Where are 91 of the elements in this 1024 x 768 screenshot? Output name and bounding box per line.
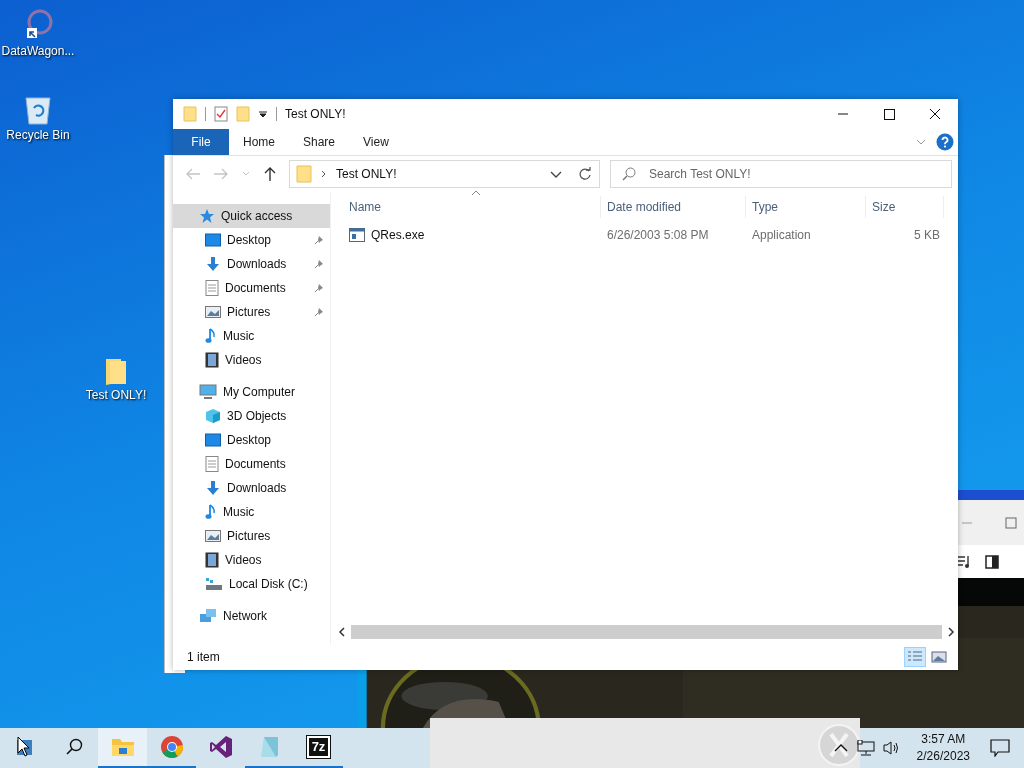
address-bar[interactable]: Test ONLY! (289, 160, 571, 188)
music-note-icon (205, 328, 217, 344)
nav-item[interactable]: 3D Objects (173, 404, 330, 428)
ribbon-tab[interactable]: View (349, 129, 403, 155)
taskbar-app-button[interactable]: 7z (294, 728, 343, 768)
image-icon (205, 305, 221, 319)
nav-item[interactable]: Videos (173, 348, 330, 372)
playlist-icon[interactable] (957, 554, 971, 569)
ribbon-tab[interactable]: File (173, 129, 229, 155)
column-header[interactable]: Name (343, 196, 601, 218)
item-count: 1 item (187, 650, 220, 664)
nav-item[interactable]: Music (173, 500, 330, 524)
column-header[interactable]: Type (746, 196, 866, 218)
nav-item[interactable]: Pictures (173, 300, 330, 324)
table-cell-text: 5 KB (913, 227, 941, 244)
nav-item[interactable]: Downloads (173, 252, 330, 276)
desktop-icon-label[interactable]: Recycle Bin (6, 128, 70, 142)
drive-icon (205, 577, 223, 591)
monitor-icon (205, 433, 221, 447)
address-path[interactable]: Test ONLY! (336, 167, 397, 181)
search-icon (64, 738, 83, 756)
clock-time: 3:57 AM (921, 731, 966, 748)
dropdown-icon[interactable] (550, 170, 562, 178)
up-icon[interactable] (263, 166, 277, 182)
recycle-bin-icon[interactable] (23, 94, 53, 126)
refresh-icon (577, 167, 592, 181)
nav-item[interactable]: Documents (173, 452, 330, 476)
nav-item[interactable]: Pictures (173, 524, 330, 548)
clock[interactable]: 3:57 AM 2/26/2023 (904, 731, 982, 765)
volume-icon[interactable] (882, 740, 901, 756)
download-icon (205, 256, 221, 272)
nav-item[interactable]: Desktop (173, 428, 330, 452)
column-header[interactable]: Size (866, 196, 944, 218)
film-icon (205, 352, 219, 368)
image-icon (931, 650, 947, 664)
folder-icon[interactable] (105, 358, 127, 386)
nav-item[interactable]: Network (173, 604, 330, 628)
dropdown-icon[interactable] (258, 109, 268, 119)
music-note-icon (205, 504, 217, 520)
table-cell-text: 6/26/2003 5:08 PM (606, 227, 710, 244)
download-icon (205, 480, 221, 496)
chevron-icon[interactable] (320, 169, 328, 179)
folder-icon (296, 165, 312, 183)
help-icon[interactable] (936, 133, 954, 151)
browser-icon (159, 735, 184, 759)
nav-item[interactable]: Quick access (173, 204, 330, 228)
close-icon[interactable] (818, 724, 860, 766)
scrollbar-thumb[interactable] (351, 625, 942, 639)
nav-item[interactable]: Videos (173, 548, 330, 572)
star-icon (199, 208, 215, 224)
notepad-icon (258, 735, 281, 759)
desktop-icon-label[interactable]: DataWagon... (1, 44, 75, 58)
taskbar-app-button[interactable] (98, 728, 147, 768)
monitor-icon (205, 233, 221, 247)
window-title: Test ONLY! (285, 107, 346, 121)
ide-icon (208, 735, 233, 759)
network-icon[interactable] (856, 740, 875, 756)
nav-item[interactable]: Documents (173, 276, 330, 300)
file-name: QRes.exe (371, 228, 425, 242)
nav-item[interactable]: Downloads (173, 476, 330, 500)
refresh-button[interactable] (570, 160, 600, 188)
file-row[interactable]: QRes.exe 6/26/2003 5:08 PM Application 5 KB (343, 224, 958, 246)
desktop-icon-label[interactable]: Test ONLY! (85, 388, 147, 402)
nav-item[interactable]: Desktop (173, 228, 330, 252)
nav-item[interactable]: My Computer (173, 380, 330, 404)
image-icon (205, 529, 221, 543)
search-icon (622, 167, 636, 181)
nav-item[interactable]: Local Disk (C:) (173, 572, 330, 596)
cursor-icon (15, 736, 34, 758)
ribbon-tab[interactable]: Share (289, 129, 350, 155)
document-icon (205, 456, 219, 472)
clock-date: 2/26/2023 (916, 748, 970, 765)
notifications-icon[interactable] (990, 739, 1010, 757)
properties-icon[interactable] (214, 106, 228, 122)
computer-icon (199, 384, 217, 400)
network-icon (199, 608, 217, 624)
sort-caret-icon (471, 190, 481, 196)
chevron-up-icon[interactable] (832, 742, 849, 754)
column-header[interactable]: Date modified (601, 196, 746, 218)
table-cell-text: Application (751, 227, 812, 244)
document-icon (205, 280, 219, 296)
ribbon-tab[interactable]: Home (229, 129, 289, 155)
folder-icon (110, 737, 135, 757)
list-icon (907, 650, 923, 664)
expand-ribbon-icon[interactable] (916, 138, 926, 146)
application-icon (349, 228, 365, 242)
nav-item[interactable]: Music (173, 324, 330, 348)
cube-icon (205, 408, 221, 424)
search-field[interactable]: Search Test ONLY! (610, 160, 952, 188)
film-icon (205, 552, 219, 568)
side-panel-icon[interactable] (985, 554, 999, 569)
